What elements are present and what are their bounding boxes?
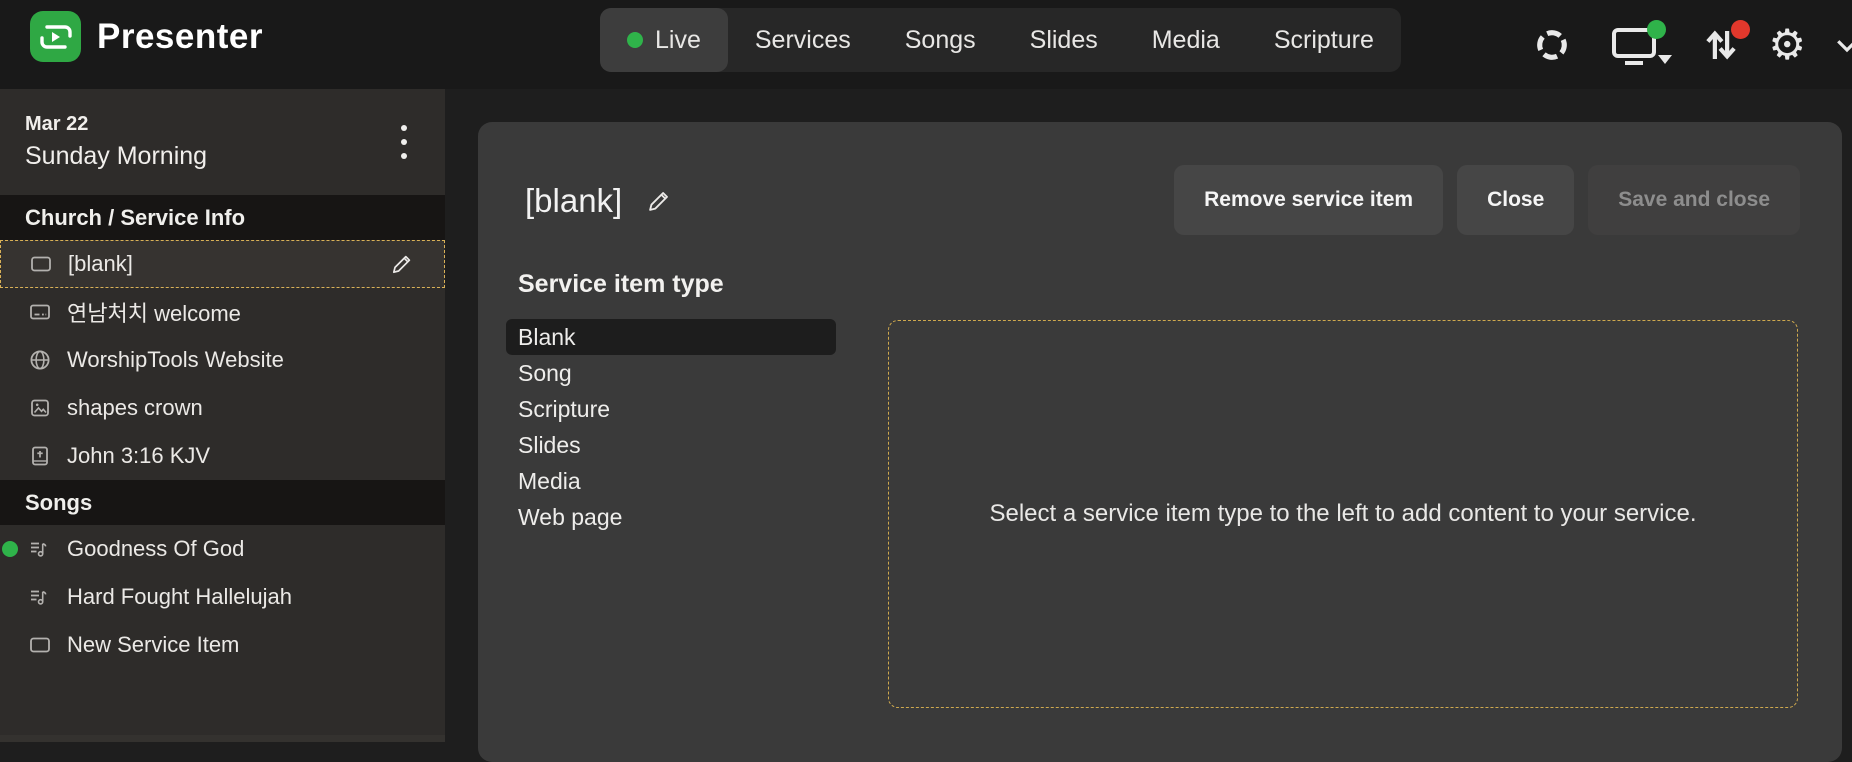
item-title: [blank] <box>525 182 623 219</box>
service-date: Mar 22 <box>25 113 89 135</box>
display-dropdown-caret[interactable] <box>1658 54 1673 64</box>
service-item-shapes-crown[interactable]: shapes crown <box>0 384 445 432</box>
tab-label: Scripture <box>1273 25 1374 54</box>
service-item-label: WorshipTools Website <box>67 347 284 372</box>
type-option-label: Scripture <box>518 395 611 422</box>
service-menu-kebab-icon[interactable] <box>401 125 407 159</box>
image-icon <box>28 396 52 420</box>
type-option-label: Song <box>518 359 572 386</box>
display-online-badge <box>1647 19 1667 39</box>
remove-service-item-button[interactable]: Remove service item <box>1174 165 1444 235</box>
type-option-label: Slides <box>518 431 581 458</box>
music-list-icon <box>28 585 52 609</box>
tab-media[interactable]: Media <box>1125 8 1247 72</box>
bible-icon <box>28 444 52 468</box>
sync-circle-icon[interactable] <box>1534 27 1570 63</box>
service-item-label: shapes crown <box>67 395 203 420</box>
content-dropzone: Select a service item type to the left t… <box>888 320 1798 708</box>
transfer-arrows-icon[interactable] <box>1700 19 1751 66</box>
dropzone-placeholder: Select a service item type to the left t… <box>989 500 1697 527</box>
type-option-label: Blank <box>518 323 576 350</box>
slides-icon <box>28 300 52 324</box>
service-item-label: 연남처치 welcome <box>67 301 241 326</box>
service-item-label: [blank] <box>68 251 133 276</box>
app-brand: Presenter <box>30 11 263 62</box>
display-output-icon[interactable] <box>1610 19 1673 66</box>
service-item-hard-fought-hallelujah[interactable]: Hard Fought Hallelujah <box>0 573 445 621</box>
sidebar-section-header: Church / Service Info <box>0 195 445 240</box>
tab-label: Media <box>1151 25 1220 54</box>
blank-slide-icon <box>28 633 52 657</box>
tab-label: Songs <box>904 25 976 54</box>
service-item-label: Goodness Of God <box>67 536 245 561</box>
tab-songs[interactable]: Songs <box>878 8 1003 72</box>
service-item-john-3-16-kjv[interactable]: John 3:16 KJV <box>0 432 445 480</box>
live-indicator-dot <box>2 541 18 557</box>
type-option-blank[interactable]: Blank <box>506 319 836 355</box>
service-item-editor: [blank] Remove service item Close Save a… <box>478 122 1842 762</box>
editor-buttons: Remove service item Close Save and close <box>1174 165 1800 235</box>
service-sidebar: Mar 22 Sunday Morning Church / Service I… <box>0 89 445 742</box>
live-indicator-dot <box>627 32 643 48</box>
globe-icon <box>28 348 52 372</box>
save-and-close-button[interactable]: Save and close <box>1588 165 1800 235</box>
sidebar-bottom-strip <box>0 735 445 742</box>
service-item-worshiptools-website[interactable]: WorshipTools Website <box>0 336 445 384</box>
type-option-label: Media <box>518 467 581 494</box>
type-option-slides[interactable]: Slides <box>506 427 836 463</box>
service-header: Mar 22 Sunday Morning <box>0 89 445 195</box>
type-option-song[interactable]: Song <box>506 355 836 391</box>
service-item-type-list: Blank Song Scripture Slides Media Web page <box>506 319 836 535</box>
sidebar-section-header: Songs <box>0 480 445 525</box>
tab-services[interactable]: Services <box>728 8 878 72</box>
tab-label: Slides <box>1029 25 1098 54</box>
topbar-status-icons: ⚙ <box>1534 0 1852 89</box>
service-title: Sunday Morning <box>25 142 208 170</box>
service-item-goodness-of-god[interactable]: Goodness Of God <box>0 525 445 573</box>
type-heading: Service item type <box>518 270 724 298</box>
tab-scripture[interactable]: Scripture <box>1247 8 1401 72</box>
edit-title-pencil-icon[interactable] <box>646 188 672 214</box>
blank-slide-icon <box>29 252 53 276</box>
chevron-down-icon[interactable] <box>1832 30 1852 60</box>
type-option-web-page[interactable]: Web page <box>506 499 836 535</box>
top-bar: Presenter Live Services Songs Slides Media Sc… <box>0 0 1852 89</box>
app-title: Presenter <box>97 16 263 56</box>
service-item-new-service-item[interactable]: New Service Item <box>0 621 445 669</box>
tab-label: Live <box>655 25 701 54</box>
tab-live[interactable]: Live <box>600 8 728 72</box>
service-item-label: John 3:16 KJV <box>67 443 211 468</box>
type-option-scripture[interactable]: Scripture <box>506 391 836 427</box>
settings-gear-icon[interactable]: ⚙ <box>1768 23 1806 66</box>
tab-label: Services <box>754 25 851 54</box>
type-option-label: Web page <box>518 503 623 530</box>
transfer-alert-badge <box>1731 19 1751 39</box>
type-option-media[interactable]: Media <box>506 463 836 499</box>
tab-slides[interactable]: Slides <box>1003 8 1125 72</box>
service-item-welcome[interactable]: 연남처치 welcome <box>0 288 445 336</box>
service-item-label: New Service Item <box>67 632 240 657</box>
main-nav: Live Services Songs Slides Media Scripture <box>600 8 1401 72</box>
music-list-icon <box>28 537 52 561</box>
edit-item-pencil-icon[interactable] <box>390 252 414 276</box>
close-button[interactable]: Close <box>1457 165 1575 235</box>
service-item-label: Hard Fought Hallelujah <box>67 584 293 609</box>
presenter-logo-icon <box>30 11 81 62</box>
service-item-blank[interactable]: [blank] <box>0 240 445 288</box>
